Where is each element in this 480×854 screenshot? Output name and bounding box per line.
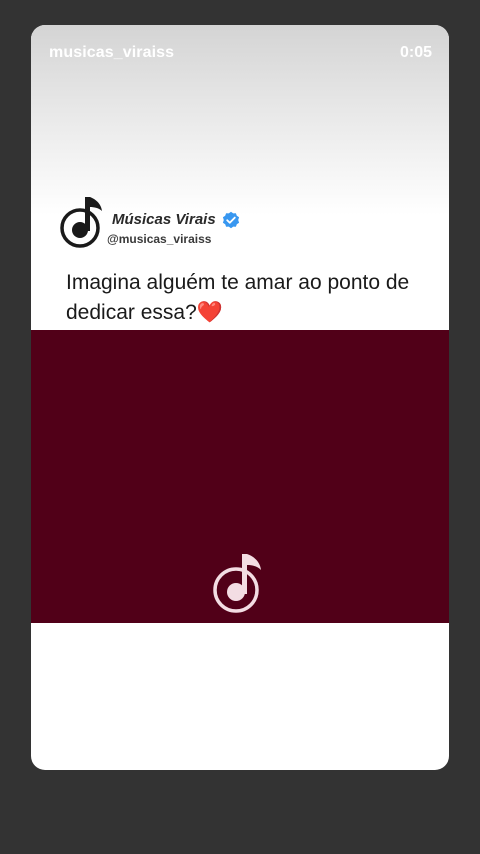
music-note-circle-icon [60, 197, 102, 248]
verified-badge-icon [222, 211, 240, 229]
story-header: musicas_viraiss 0:05 [31, 25, 449, 81]
handle: @musicas_viraiss [107, 232, 212, 246]
display-name: Músicas Virais [112, 211, 216, 228]
video-media[interactable] [31, 330, 449, 623]
post-caption: Imagina alguém te amar ao ponto de dedic… [66, 268, 436, 328]
caption-text: Imagina alguém te amar ao ponto de dedic… [66, 271, 410, 324]
post-author: Músicas Virais @musicas_viraiss [59, 191, 419, 251]
story-username[interactable]: musicas_viraiss [49, 44, 174, 62]
heart-emoji: ❤️ [196, 301, 223, 324]
story-viewer: musicas_viraiss 0:05 Músicas Virais @mus… [0, 0, 480, 854]
music-note-circle-icon [213, 554, 261, 613]
story-elapsed-time: 0:05 [399, 44, 432, 61]
story-card[interactable]: musicas_viraiss 0:05 Músicas Virais @mus… [31, 25, 449, 770]
